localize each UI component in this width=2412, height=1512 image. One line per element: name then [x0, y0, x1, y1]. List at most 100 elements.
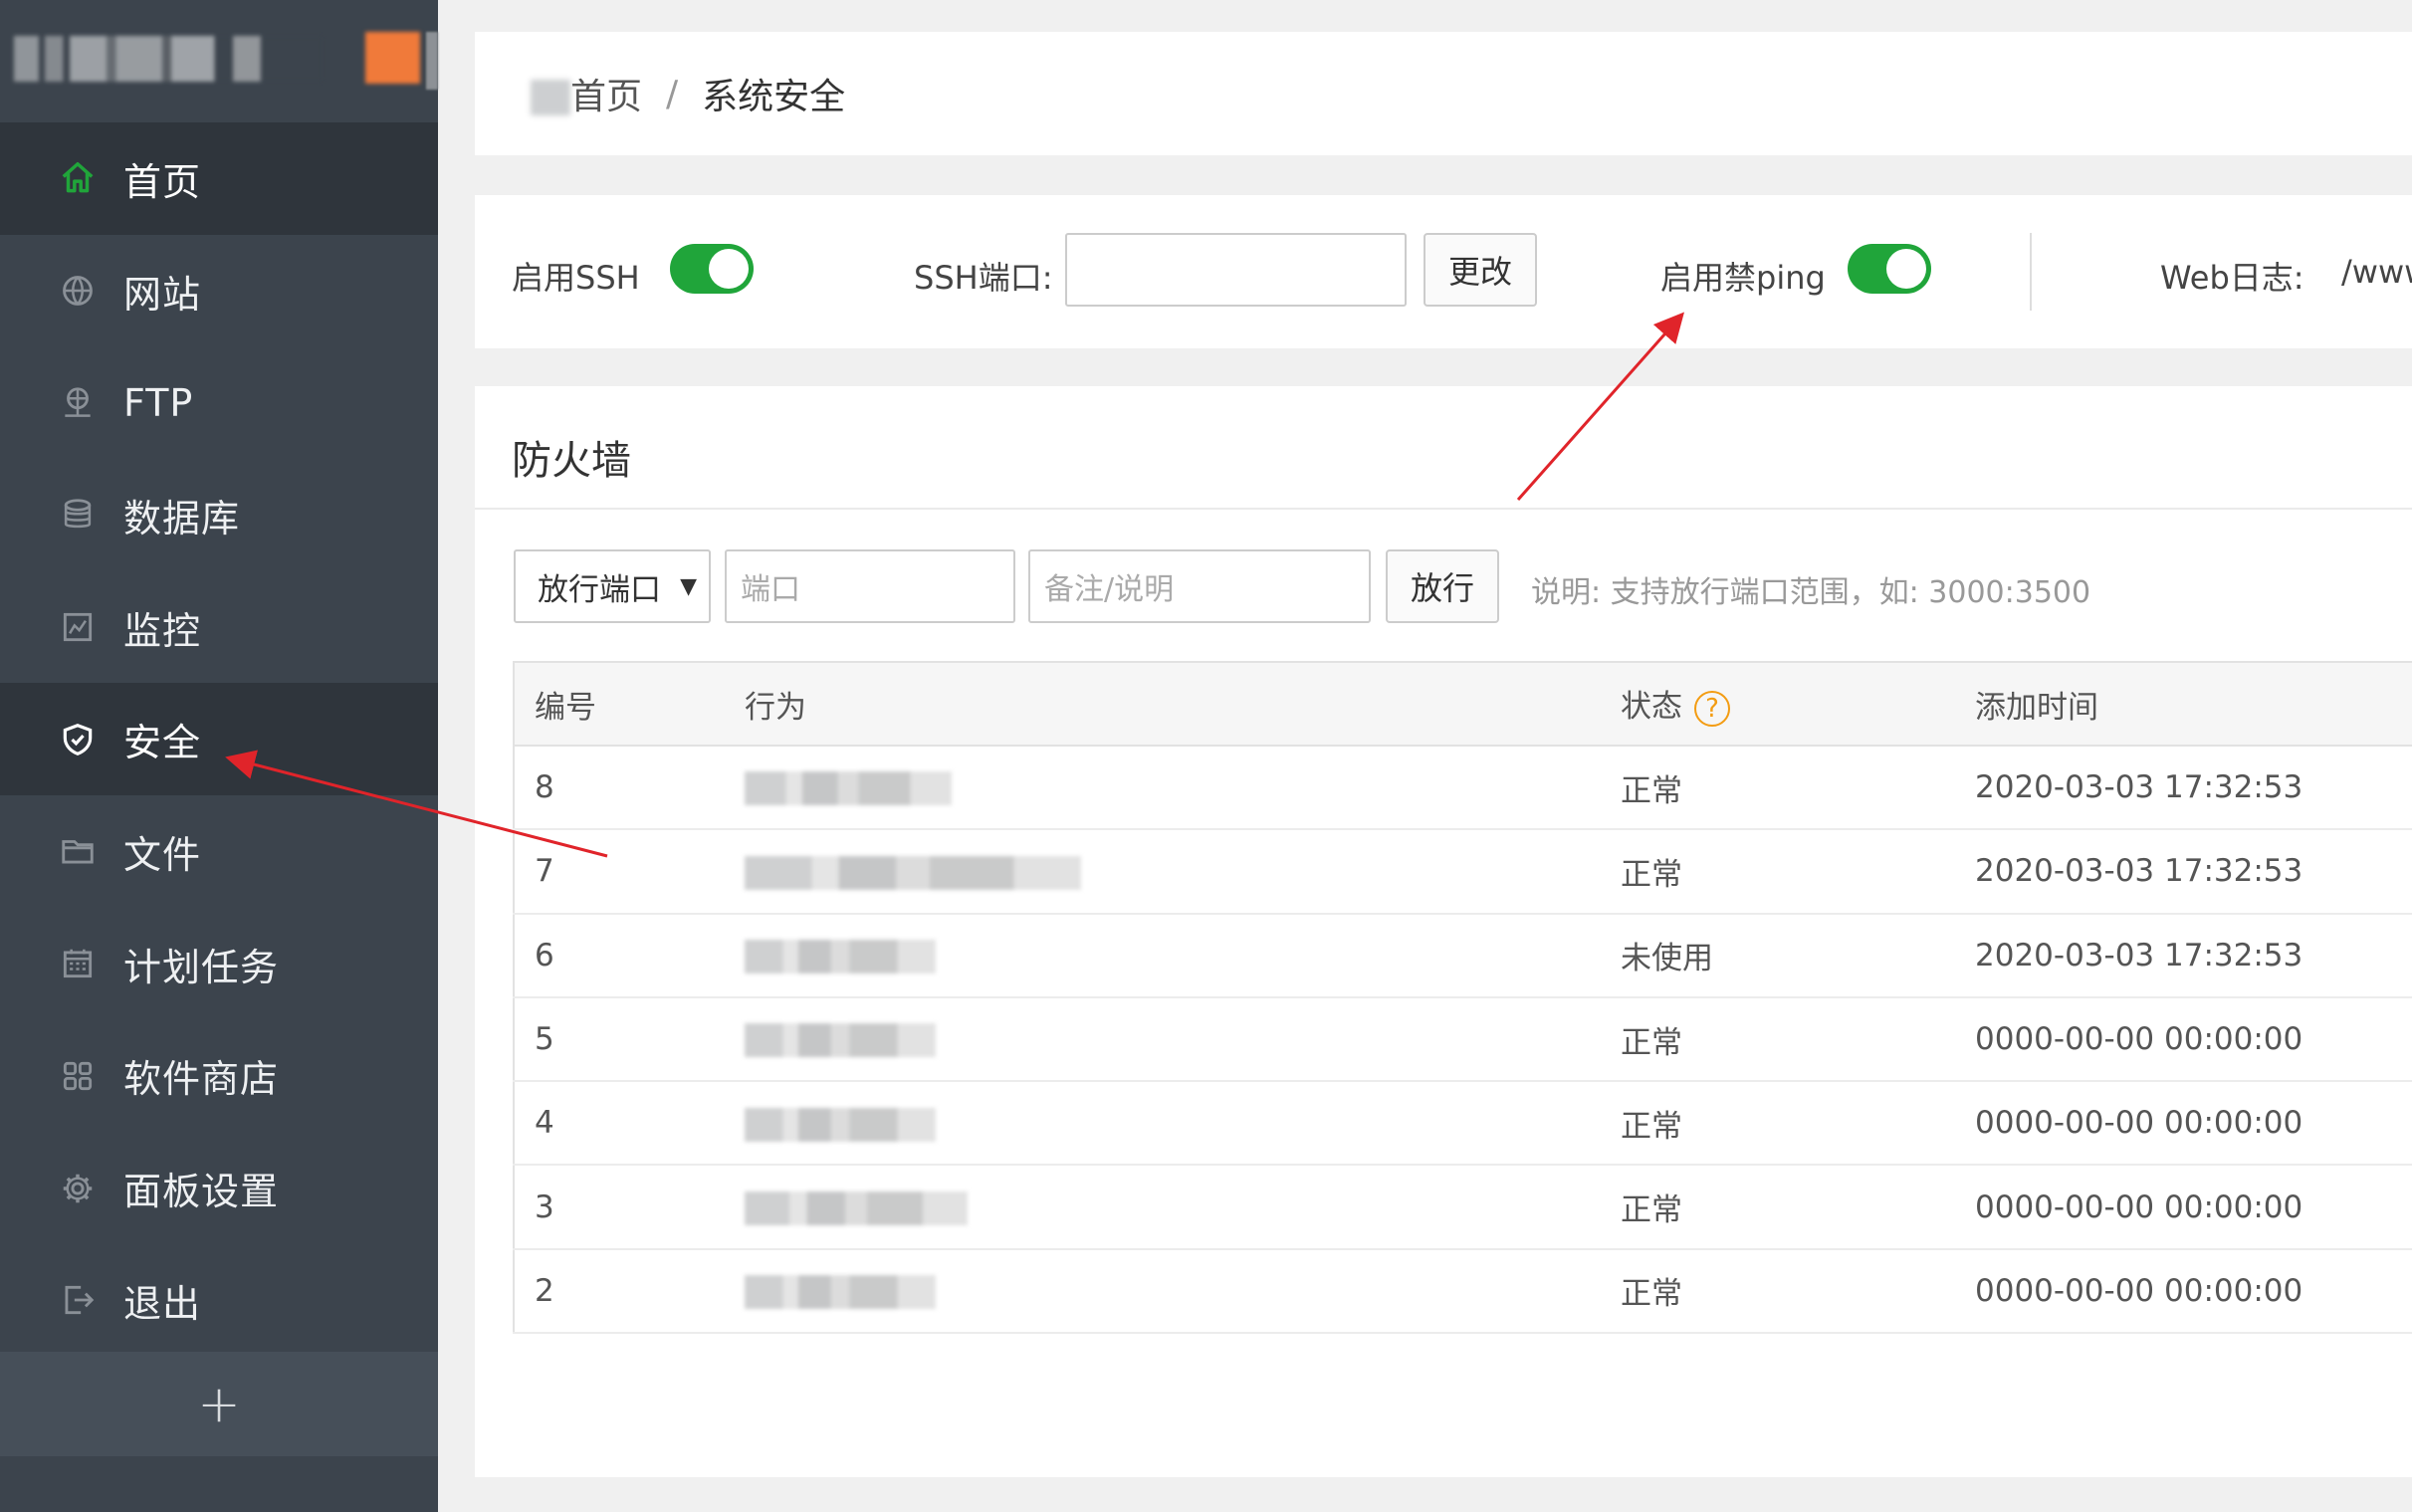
row-id: 2	[513, 1248, 745, 1335]
row-status[interactable]: 正常	[1621, 1081, 1975, 1167]
column-header-action: 行为	[745, 661, 1621, 747]
table-row: 7 正常 2020-03-03 17:32:53	[513, 829, 2412, 915]
row-time: 0000-00-00 00:00:00	[1975, 996, 2412, 1083]
table-row: 3 正常 0000-00-00 00:00:00	[513, 1165, 2412, 1250]
firewall-panel: 防火墙 放行端口 ▼ 端口 备注/说明 放行 说明: 支持放行端口范围，如: 3…	[475, 386, 2412, 1477]
home-icon	[58, 158, 98, 198]
sidebar-item-home[interactable]: 首页	[0, 122, 438, 235]
row-action-blurred	[745, 1081, 1621, 1167]
column-header-id: 编号	[513, 661, 745, 747]
sidebar-item-monitor[interactable]: 监控	[0, 571, 438, 684]
sidebar-item-label: 面板设置	[123, 1170, 280, 1214]
port-range-hint: 说明: 支持放行端口范围，如: 3000:3500	[1531, 575, 2091, 610]
row-time: 0000-00-00 00:00:00	[1975, 1248, 2412, 1335]
noping-toggle[interactable]	[1848, 244, 1931, 294]
sidebar-item-label: 安全	[123, 721, 202, 765]
logo-edge	[426, 32, 438, 90]
sidebar-item-label: 数据库	[123, 496, 241, 540]
rule-type-select[interactable]: 放行端口 ▼	[514, 549, 711, 623]
breadcrumb-current: 系统安全	[702, 77, 846, 117]
row-action-blurred	[745, 746, 1621, 831]
logout-icon	[58, 1280, 98, 1320]
row-id: 4	[513, 1081, 745, 1167]
divider	[475, 508, 2412, 510]
note-input[interactable]: 备注/说明	[1028, 549, 1371, 623]
table-row: 4 正常 0000-00-00 00:00:00	[513, 1081, 2412, 1167]
row-time: 2020-03-03 17:32:53	[1975, 746, 2412, 831]
database-icon	[58, 495, 98, 535]
gear-icon	[58, 1169, 98, 1208]
row-action-blurred	[745, 913, 1621, 998]
sidebar-item-label: 退出	[123, 1281, 202, 1326]
sidebar-item-label: 网站	[123, 272, 202, 317]
port-input[interactable]: 端口	[725, 549, 1015, 623]
ssh-toggle-label: 启用SSH	[512, 259, 640, 297]
sidebar-item-logout[interactable]: 退出	[0, 1244, 438, 1357]
home-icon	[531, 80, 570, 115]
row-id: 3	[513, 1165, 745, 1250]
ssh-port-input[interactable]	[1065, 233, 1407, 307]
table-row: 8 正常 2020-03-03 17:32:53	[513, 746, 2412, 831]
breadcrumb-separator: /	[666, 73, 679, 114]
row-status[interactable]: 正常	[1621, 996, 1975, 1083]
table-header: 编号 行为 状态? 添加时间	[513, 661, 2412, 747]
row-time: 2020-03-03 17:32:53	[1975, 829, 2412, 915]
breadcrumb: 首页 / 系统安全	[475, 32, 2412, 155]
main-content: 首页 / 系统安全 启用SSH SSH端口: 更改 启用禁ping Web日志:…	[438, 0, 2412, 1512]
sidebar-footer	[0, 1456, 438, 1512]
logo	[0, 0, 438, 122]
ftp-icon	[58, 383, 98, 423]
table-row: 6 未使用 2020-03-03 17:32:53	[513, 913, 2412, 998]
breadcrumb-home[interactable]: 首页	[570, 68, 642, 119]
change-ssh-port-button[interactable]: 更改	[1424, 233, 1537, 307]
sidebar-add-button[interactable]: +	[0, 1352, 438, 1456]
logo-mark	[365, 32, 420, 84]
plus-icon: +	[197, 1374, 241, 1434]
sidebar-item-security[interactable]: 安全	[0, 683, 438, 796]
row-status[interactable]: 正常	[1621, 746, 1975, 831]
sidebar-menu: 首页 网站 FTP 数据库 监控 安全 文件 计划任务 软件商店 面板设置 退出	[0, 122, 438, 1352]
divider	[2030, 233, 2032, 311]
security-settings-panel: 启用SSH SSH端口: 更改 启用禁ping Web日志: /www/	[475, 195, 2412, 348]
column-header-status: 状态?	[1621, 661, 1975, 747]
row-time: 0000-00-00 00:00:00	[1975, 1081, 2412, 1167]
firewall-title: 防火墙	[512, 438, 631, 484]
row-action-blurred	[745, 1248, 1621, 1335]
row-time: 0000-00-00 00:00:00	[1975, 1165, 2412, 1250]
caret-down-icon: ▼	[680, 573, 697, 599]
firewall-table: 编号 行为 状态? 添加时间 8 正常 2020-03-03 17:32:53 …	[513, 661, 2412, 1335]
row-action-blurred	[745, 829, 1621, 915]
help-icon[interactable]: ?	[1694, 690, 1730, 727]
sidebar-item-panel-settings[interactable]: 面板设置	[0, 1132, 438, 1244]
row-status[interactable]: 未使用	[1621, 913, 1975, 998]
web-log-path-link[interactable]: /www/	[2341, 253, 2412, 291]
sidebar-item-database[interactable]: 数据库	[0, 459, 438, 571]
sidebar-item-website[interactable]: 网站	[0, 235, 438, 347]
sidebar-item-label: 首页	[123, 159, 202, 204]
sidebar-item-store[interactable]: 软件商店	[0, 1020, 438, 1133]
sidebar-item-label: 监控	[123, 608, 202, 653]
sidebar: 首页 网站 FTP 数据库 监控 安全 文件 计划任务 软件商店 面板设置 退出…	[0, 0, 438, 1512]
folder-icon	[58, 831, 98, 871]
row-status[interactable]: 正常	[1621, 1248, 1975, 1335]
row-status[interactable]: 正常	[1621, 829, 1975, 915]
row-status[interactable]: 正常	[1621, 1165, 1975, 1250]
sidebar-item-ftp[interactable]: FTP	[0, 346, 438, 459]
sidebar-item-label: 文件	[123, 832, 202, 877]
status-header-label: 状态	[1621, 689, 1682, 726]
table-row: 5 正常 0000-00-00 00:00:00	[513, 996, 2412, 1083]
row-time: 2020-03-03 17:32:53	[1975, 913, 2412, 998]
allow-port-button[interactable]: 放行	[1386, 549, 1499, 623]
sidebar-item-files[interactable]: 文件	[0, 795, 438, 908]
row-id: 7	[513, 829, 745, 915]
web-log-label: Web日志:	[2160, 259, 2304, 297]
row-action-blurred	[745, 996, 1621, 1083]
sidebar-item-label: FTP	[123, 380, 194, 425]
ssh-toggle[interactable]	[670, 244, 754, 294]
logo-text-blurred	[14, 36, 323, 82]
sidebar-item-cron[interactable]: 计划任务	[0, 908, 438, 1020]
globe-icon	[58, 271, 98, 311]
grid-icon	[58, 1056, 98, 1096]
row-id: 8	[513, 746, 745, 831]
shield-icon	[58, 720, 98, 759]
